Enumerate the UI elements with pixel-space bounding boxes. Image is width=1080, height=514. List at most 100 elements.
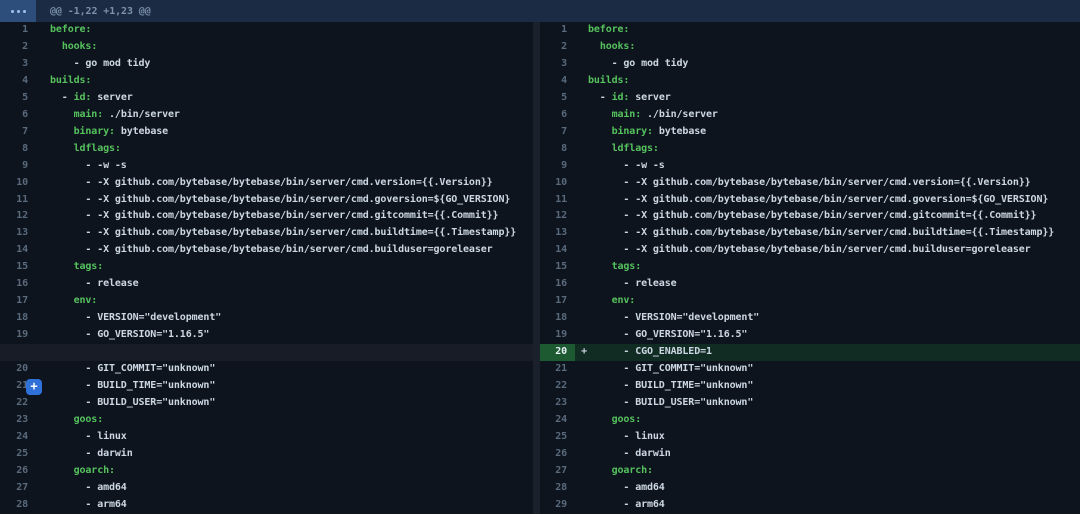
code-token: - darwin	[50, 448, 133, 459]
diff-marker-cell	[575, 56, 588, 73]
line-number[interactable]: 2	[0, 39, 35, 56]
diff-row: 26 - darwin	[540, 446, 1080, 463]
line-number[interactable]: 15	[0, 259, 35, 276]
hunk-range-label: @@ -1,22 +1,23 @@	[50, 6, 151, 17]
diff-row: 19 - GO_VERSION="1.16.5"	[540, 327, 1080, 344]
line-number[interactable]: 14	[0, 242, 35, 259]
line-number[interactable]: 12	[0, 208, 35, 225]
diff-marker-cell	[575, 225, 588, 242]
diff-row: 6 main: ./bin/server	[0, 107, 533, 124]
code-token: bytebase	[653, 126, 706, 137]
code-line: - -X github.com/bytebase/bytebase/bin/se…	[588, 175, 1080, 192]
code-line: hooks:	[50, 39, 533, 56]
diff-row: 5 - id: server	[540, 90, 1080, 107]
code-token: - VERSION="development"	[50, 312, 221, 323]
expand-hunk-button[interactable]	[0, 0, 36, 22]
code-line: binary: bytebase	[588, 124, 1080, 141]
line-number[interactable]: 13	[540, 225, 575, 242]
line-number[interactable]: 9	[540, 158, 575, 175]
line-number[interactable]: 4	[540, 73, 575, 90]
line-number[interactable]: 4	[0, 73, 35, 90]
line-number[interactable]: 18	[0, 310, 35, 327]
ellipsis-icon	[17, 10, 20, 13]
code-token: server	[629, 92, 670, 103]
line-number[interactable]: 26	[0, 463, 35, 480]
diff-row: 23 goos:	[0, 412, 533, 429]
yaml-key-token: env:	[612, 295, 636, 306]
code-token: server	[91, 92, 132, 103]
line-number[interactable]: 13	[0, 225, 35, 242]
line-number[interactable]: 29	[540, 497, 575, 514]
line-number[interactable]: 8	[0, 141, 35, 158]
line-number[interactable]: 7	[0, 124, 35, 141]
line-number[interactable]: 10	[540, 175, 575, 192]
add-comment-button[interactable]: +	[26, 379, 42, 395]
diff-marker-cell	[575, 192, 588, 209]
line-number[interactable]: 19	[0, 327, 35, 344]
line-number[interactable]: 1	[540, 22, 575, 39]
diff-row: 8 ldflags:	[0, 141, 533, 158]
code-line: - VERSION="development"	[588, 310, 1080, 327]
line-number[interactable]: 3	[540, 56, 575, 73]
line-number[interactable]: 5	[540, 90, 575, 107]
diff-row: 1before:	[0, 22, 533, 39]
line-number[interactable]: 1	[0, 22, 35, 39]
line-number[interactable]: 28	[540, 480, 575, 497]
line-number[interactable]: 10	[0, 175, 35, 192]
line-number[interactable]: 11	[540, 192, 575, 209]
code-line: - -X github.com/bytebase/bytebase/bin/se…	[588, 192, 1080, 209]
code-token	[50, 126, 74, 137]
code-token	[588, 261, 612, 272]
line-number[interactable]: 22	[540, 378, 575, 395]
line-number[interactable]: 25	[540, 429, 575, 446]
line-number[interactable]: 6	[540, 107, 575, 124]
line-number[interactable]: 3	[0, 56, 35, 73]
diff-row: 2 hooks:	[540, 39, 1080, 56]
line-number[interactable]: 17	[0, 293, 35, 310]
line-number[interactable]: 25	[0, 446, 35, 463]
code-line: - BUILD_TIME="unknown"	[50, 378, 533, 395]
yaml-key-token: main:	[612, 109, 642, 120]
line-number[interactable]: 20	[0, 361, 35, 378]
code-token: - release	[588, 278, 677, 289]
code-token: - -X github.com/bytebase/bytebase/bin/se…	[588, 244, 1031, 255]
line-number[interactable]: 5	[0, 90, 35, 107]
line-number[interactable]: 23	[0, 412, 35, 429]
diff-marker-cell	[35, 141, 50, 158]
line-number[interactable]: 23	[540, 395, 575, 412]
line-number[interactable]: 18	[540, 310, 575, 327]
line-number[interactable]: 28	[0, 497, 35, 514]
line-number[interactable]: 6	[0, 107, 35, 124]
line-number[interactable]: 20	[540, 344, 575, 361]
diff-marker-cell	[575, 242, 588, 259]
line-number[interactable]: 8	[540, 141, 575, 158]
diff-row: 16 - release	[540, 276, 1080, 293]
diff-marker-cell	[575, 327, 588, 344]
line-number[interactable]: 7	[540, 124, 575, 141]
diff-row: 4builds:	[0, 73, 533, 90]
line-number[interactable]: 24	[0, 429, 35, 446]
line-number[interactable]: 15	[540, 259, 575, 276]
line-number[interactable]: 11	[0, 192, 35, 209]
diff-row: 15 tags:	[0, 259, 533, 276]
diff-row: 13 - -X github.com/bytebase/bytebase/bin…	[540, 225, 1080, 242]
line-number[interactable]: 21	[540, 361, 575, 378]
line-number[interactable]: 19	[540, 327, 575, 344]
line-number[interactable]: 9	[0, 158, 35, 175]
line-number[interactable]: 27	[540, 463, 575, 480]
line-number[interactable]: 16	[540, 276, 575, 293]
diff-row: 17 env:	[540, 293, 1080, 310]
code-token: - -X github.com/bytebase/bytebase/bin/se…	[50, 194, 510, 205]
line-number[interactable]: 16	[0, 276, 35, 293]
line-number[interactable]: 14	[540, 242, 575, 259]
line-number[interactable]: 24	[540, 412, 575, 429]
line-number[interactable]: 22	[0, 395, 35, 412]
code-token: - BUILD_TIME="unknown"	[588, 380, 753, 391]
line-number[interactable]: 2	[540, 39, 575, 56]
line-number[interactable]: 12	[540, 208, 575, 225]
line-number[interactable]: 26	[540, 446, 575, 463]
line-number[interactable]: 17	[540, 293, 575, 310]
ellipsis-icon	[23, 10, 26, 13]
line-number[interactable]: 27	[0, 480, 35, 497]
diff-marker-cell	[35, 175, 50, 192]
